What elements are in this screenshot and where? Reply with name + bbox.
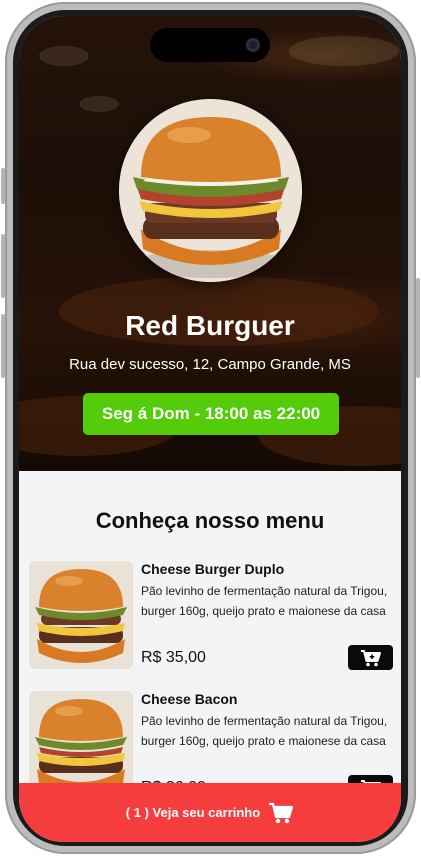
menu-item[interactable]: Cheese Burger Duplo Pão levinho de ferme… bbox=[29, 561, 393, 671]
menu-item-description: Pão levinho de fermentação natural da Tr… bbox=[141, 584, 388, 618]
mute-switch bbox=[1, 168, 5, 204]
volume-up-button bbox=[1, 234, 5, 298]
menu-item-description: Pão levinho de fermentação natural da Tr… bbox=[141, 714, 388, 748]
view-cart-label: ( 1 ) Veja seu carrinho bbox=[125, 805, 261, 820]
volume-down-button bbox=[1, 314, 5, 378]
menu-item-name: Cheese Burger Duplo bbox=[141, 561, 285, 577]
background-lamp bbox=[79, 96, 119, 112]
cart-plus-icon bbox=[360, 649, 381, 666]
menu-item-price: R$ 35,00 bbox=[141, 649, 206, 666]
background-lamp bbox=[289, 36, 399, 66]
opening-hours-badge[interactable]: Seg á Dom - 18:00 as 22:00 bbox=[83, 393, 339, 435]
add-to-cart-button[interactable] bbox=[348, 645, 393, 670]
view-cart-button[interactable]: ( 1 ) Veja seu carrinho bbox=[19, 783, 401, 842]
app-screen: Red Burguer Rua dev sucesso, 12, Campo G… bbox=[19, 16, 401, 842]
background-lamp bbox=[39, 46, 89, 66]
shopping-cart-icon bbox=[269, 802, 294, 823]
restaurant-header: Red Burguer Rua dev sucesso, 12, Campo G… bbox=[19, 16, 401, 471]
restaurant-address: Rua dev sucesso, 12, Campo Grande, MS bbox=[69, 356, 351, 373]
menu-title: Conheça nosso menu bbox=[95, 508, 325, 533]
camera-icon bbox=[246, 38, 260, 52]
dynamic-island bbox=[150, 28, 270, 62]
restaurant-logo bbox=[119, 99, 302, 282]
restaurant-name: Red Burguer bbox=[125, 310, 295, 341]
menu-item-image bbox=[29, 561, 133, 669]
menu-item-name: Cheese Bacon bbox=[141, 691, 238, 707]
power-button bbox=[416, 278, 420, 378]
